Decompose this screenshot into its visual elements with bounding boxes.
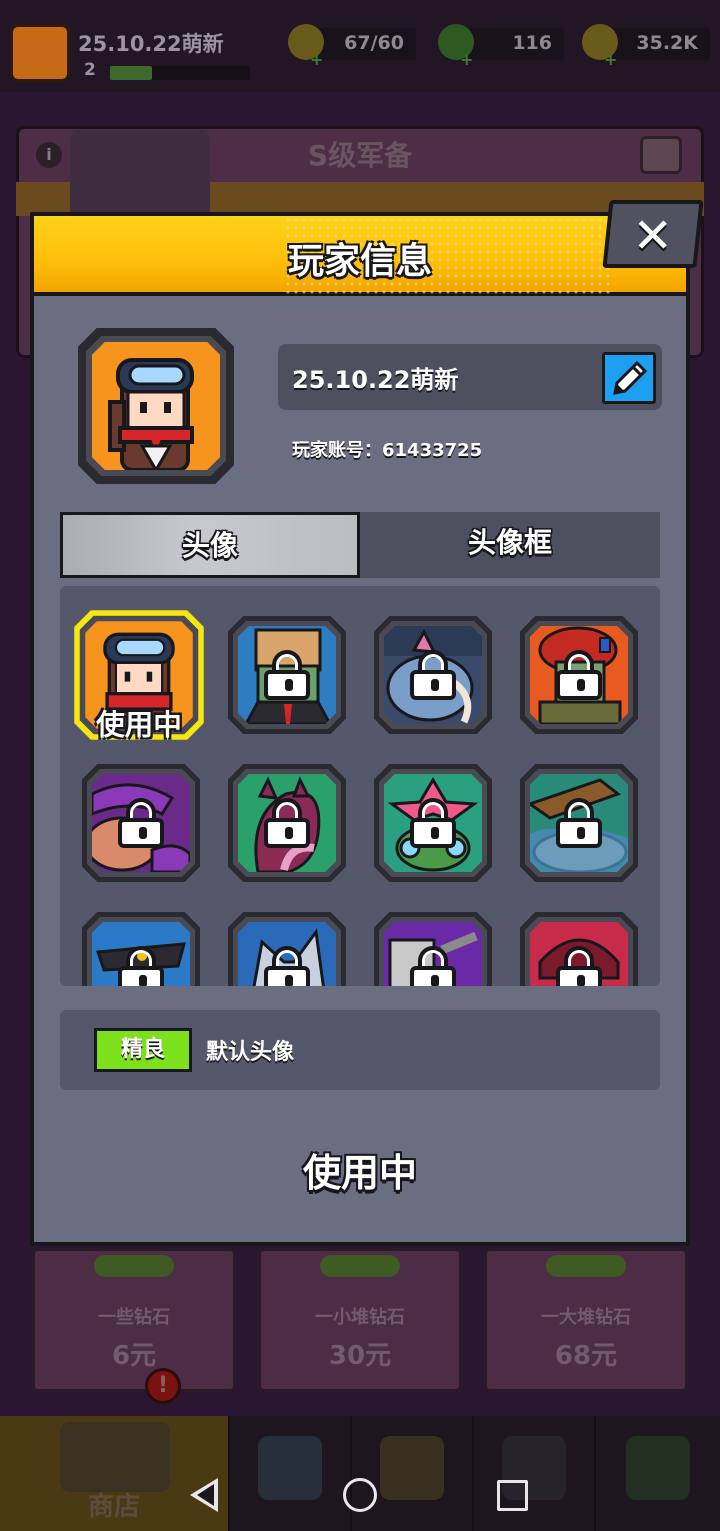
- system-home-icon[interactable]: [343, 1478, 377, 1512]
- pencil-icon: [613, 360, 648, 395]
- shop-item-name: 一小堆钻石: [315, 1307, 405, 1328]
- dialog-header: 玩家信息: [34, 216, 686, 296]
- gem-counter[interactable]: + 116: [438, 24, 564, 69]
- shop-item-name: 一大堆钻石: [541, 1307, 631, 1328]
- nav-tab-locked[interactable]: [474, 1416, 596, 1531]
- avatar-option-locked[interactable]: [82, 912, 200, 986]
- dna-icon: [626, 1436, 690, 1500]
- add-coins-icon: +: [604, 50, 618, 69]
- gem-pile-icon: [94, 1255, 174, 1277]
- player-avatar-small[interactable]: [10, 24, 70, 82]
- avatar-option-locked[interactable]: [374, 764, 492, 882]
- avatar-option-locked[interactable]: [520, 764, 638, 882]
- energy-counter[interactable]: + 67/60: [288, 24, 416, 69]
- nav-tab-gene[interactable]: [596, 1416, 720, 1531]
- avatar-option-locked[interactable]: [228, 616, 346, 734]
- tab-avatar-frame[interactable]: 头像框: [360, 512, 660, 578]
- add-energy-icon: +: [310, 50, 324, 69]
- calendar-icon[interactable]: [640, 136, 682, 174]
- coin-value: 35.2K: [636, 32, 698, 54]
- lock-icon: [554, 650, 604, 700]
- close-button[interactable]: ✕: [602, 200, 704, 268]
- lock-icon: [116, 798, 166, 848]
- current-avatar: [78, 328, 234, 484]
- avatar-option-locked[interactable]: [228, 764, 346, 882]
- gem-pile-icon: [320, 1255, 400, 1277]
- nav-tab-armor[interactable]: [230, 1416, 352, 1531]
- avatar-option-locked[interactable]: [374, 912, 492, 986]
- xp-bar-fill: [110, 66, 152, 80]
- player-name: 25.10.22萌新: [292, 366, 459, 394]
- armament-title: S级军备: [307, 139, 413, 172]
- dialog-title: 玩家信息: [287, 241, 432, 282]
- lock-icon: [408, 798, 458, 848]
- shop-card[interactable]: 一大堆钻石 68元: [484, 1248, 688, 1392]
- avatar-portrait: [92, 342, 220, 470]
- avatar-option-default[interactable]: 使用中: [74, 610, 204, 742]
- gem-pile-icon: [546, 1255, 626, 1277]
- coin-counter[interactable]: + 35.2K: [582, 24, 710, 69]
- edit-name-button[interactable]: [602, 352, 656, 404]
- notification-badge: !: [145, 1368, 181, 1404]
- nav-tab-shop[interactable]: 商店: [0, 1416, 230, 1531]
- avatar-option-locked[interactable]: [520, 616, 638, 734]
- shop-item-name: 一些钻石: [98, 1307, 170, 1328]
- avatar-option-locked[interactable]: [228, 912, 346, 986]
- avatar-description: 默认头像: [206, 1040, 295, 1065]
- system-recents-icon[interactable]: [497, 1480, 528, 1511]
- nav-tab-battle[interactable]: [352, 1416, 474, 1531]
- player-name-top: 25.10.22萌新: [78, 32, 224, 56]
- in-use-badge: 使用中: [96, 709, 182, 743]
- lock-icon: [262, 798, 312, 848]
- lock-icon: [116, 946, 166, 986]
- bottom-nav: 商店: [0, 1416, 720, 1531]
- avatar-option-locked[interactable]: [374, 616, 492, 734]
- tab-avatar[interactable]: 头像: [60, 512, 360, 578]
- gem-value: 116: [512, 32, 552, 54]
- top-bar: 25.10.22萌新 2 + 67/60 + 116 + 35.2K: [0, 0, 720, 92]
- shield-icon: [258, 1436, 322, 1500]
- avatar-status: 使用中: [302, 1151, 417, 1195]
- shop-item-price: 6元: [111, 1341, 157, 1371]
- shop-item-price: 68元: [554, 1341, 618, 1371]
- lock-icon: [262, 650, 312, 700]
- star-swords-icon: [380, 1436, 444, 1500]
- close-icon: ✕: [632, 208, 673, 264]
- lock-icon: [408, 946, 458, 986]
- add-gems-icon: +: [460, 50, 474, 69]
- quality-badge: 精良: [94, 1028, 192, 1072]
- soldier-portrait-icon: [108, 358, 194, 470]
- shop-stall-icon: [60, 1422, 170, 1492]
- system-back-icon-inner: [197, 1484, 214, 1506]
- lock-icon: [408, 650, 458, 700]
- lock-icon: [554, 798, 604, 848]
- lock-icon: [554, 946, 604, 986]
- energy-value: 67/60: [344, 32, 404, 54]
- shop-card[interactable]: 一些钻石 6元: [32, 1248, 236, 1392]
- player-level: 2: [84, 60, 96, 80]
- xp-bar: [110, 66, 250, 80]
- avatar-option-locked[interactable]: [520, 912, 638, 986]
- shop-item-price: 30元: [328, 1341, 392, 1371]
- avatar-grid: 使用中: [60, 586, 660, 986]
- shop-card[interactable]: 一小堆钻石 30元: [258, 1248, 462, 1392]
- account-id: 玩家账号：61433725: [292, 440, 483, 461]
- lock-icon: [262, 946, 312, 986]
- avatar-option-locked[interactable]: [82, 764, 200, 882]
